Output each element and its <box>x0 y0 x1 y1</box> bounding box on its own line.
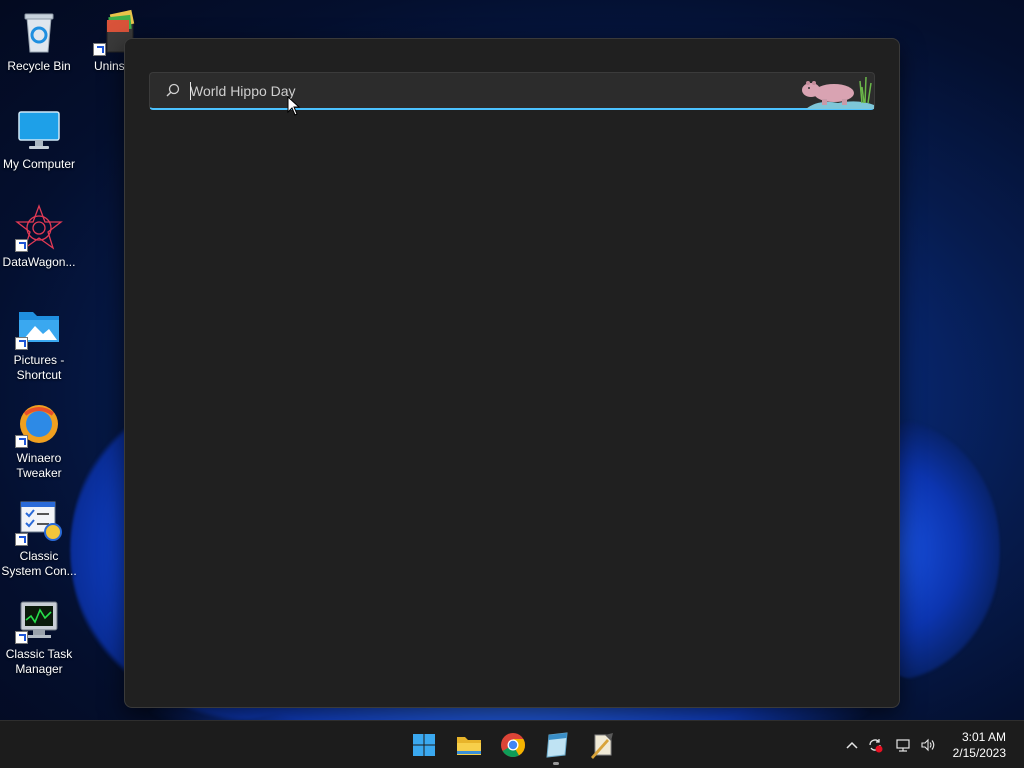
desktop-icon-classic-system-config[interactable]: Classic System Con... <box>0 498 78 579</box>
desktop-icon-label: Winaero Tweaker <box>16 451 62 480</box>
chevron-up-icon[interactable] <box>844 737 860 753</box>
desktop-icon-label: Recycle Bin <box>7 59 71 73</box>
desktop-icon-datawagon[interactable]: DataWagon... <box>0 204 78 270</box>
winaero-tweaker-icon <box>15 400 63 448</box>
running-indicator <box>553 762 559 765</box>
search-input[interactable] <box>190 79 790 103</box>
clock-time: 3:01 AM <box>961 730 1006 744</box>
desktop-icon-label: Pictures - Shortcut <box>13 353 65 382</box>
task-manager-icon <box>15 596 63 644</box>
world-hippo-day-hippo-icon[interactable] <box>798 73 874 109</box>
shortcut-arrow-icon <box>15 435 28 448</box>
desktop-icon-recycle-bin[interactable]: Recycle Bin <box>0 8 78 74</box>
desktop-icon-label: DataWagon... <box>2 255 76 269</box>
tweaker-icon[interactable] <box>585 729 617 761</box>
desktop-icon-classic-task-manager[interactable]: Classic Task Manager <box>0 596 78 677</box>
pictures-folder-icon <box>15 302 63 350</box>
shortcut-arrow-icon <box>15 239 28 252</box>
notepad-icon[interactable] <box>541 729 573 761</box>
search-panel <box>124 38 900 708</box>
desktop-icon-pictures-shortcut[interactable]: Pictures - Shortcut <box>0 302 78 383</box>
chrome-icon[interactable] <box>497 729 529 761</box>
folder-icon[interactable] <box>453 729 485 761</box>
shortcut-arrow-icon <box>15 533 28 546</box>
desktop-icon-label: Classic System Con... <box>1 549 77 578</box>
taskbar-clock[interactable]: 3:01 AM 2/15/2023 <box>936 729 1006 761</box>
system-config-icon <box>15 498 63 546</box>
desktop-icon-winaero-tweaker[interactable]: Winaero Tweaker <box>0 400 78 481</box>
shortcut-arrow-icon <box>15 631 28 644</box>
monitor-icon <box>15 106 63 154</box>
clock-date: 2/15/2023 <box>952 746 1006 760</box>
sync-icon[interactable] <box>867 737 883 753</box>
desktop-icon-label: My Computer <box>2 157 76 171</box>
shortcut-arrow-icon <box>93 43 106 56</box>
taskbar: 3:01 AM 2/15/2023 <box>0 720 1024 768</box>
shortcut-arrow-icon <box>15 337 28 350</box>
windows-logo-icon[interactable] <box>408 729 440 761</box>
recycle-bin-icon <box>15 8 63 56</box>
network-icon[interactable] <box>895 737 911 753</box>
desktop-icon-label: Classic Task Manager <box>5 647 73 676</box>
desktop: Recycle Bin Uninstall My Computer DataWa… <box>0 0 1024 720</box>
mouse-cursor-icon <box>287 96 301 116</box>
search-icon <box>166 83 180 97</box>
volume-icon[interactable] <box>920 737 936 753</box>
datawagon-icon <box>15 204 63 252</box>
desktop-icon-my-computer[interactable]: My Computer <box>0 106 78 172</box>
text-caret <box>190 82 191 100</box>
search-box[interactable] <box>149 72 875 110</box>
